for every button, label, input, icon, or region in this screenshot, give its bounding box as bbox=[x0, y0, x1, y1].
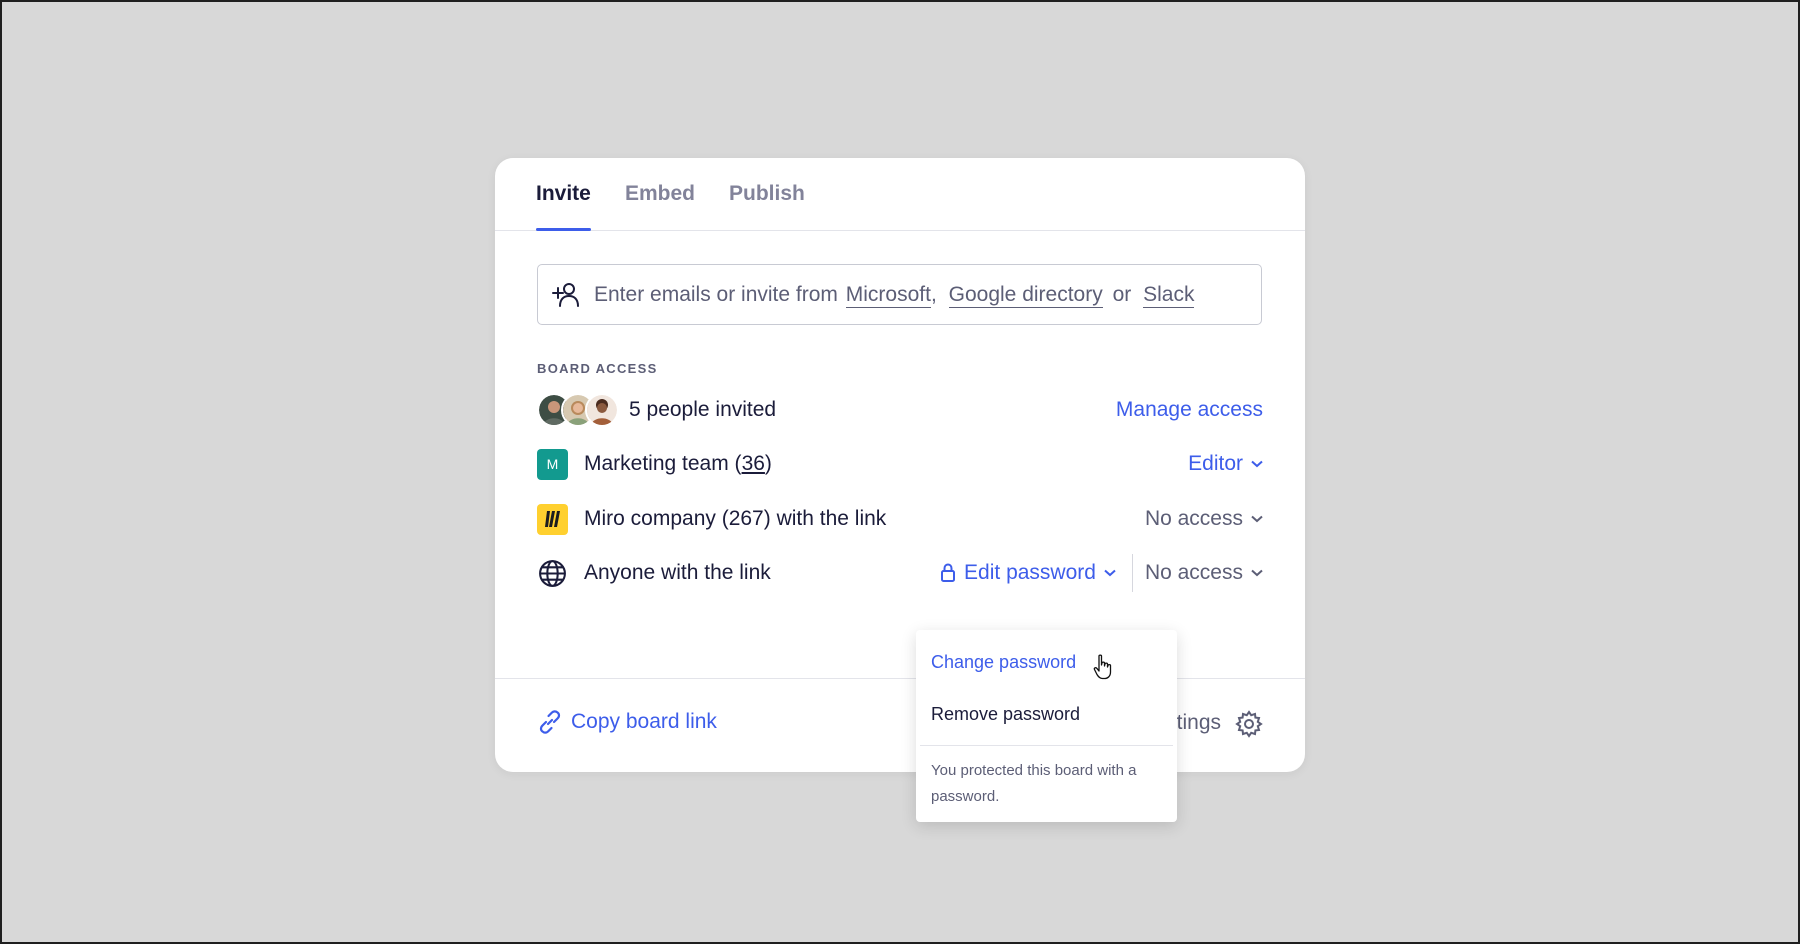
miro-logo-icon bbox=[537, 503, 568, 535]
microsoft-link[interactable]: Microsoft bbox=[845, 282, 931, 308]
team-badge-letter: M bbox=[546, 456, 559, 472]
marketing-team-label: Marketing team (36) bbox=[584, 452, 772, 476]
password-dropdown-menu: Change password Remove password You prot… bbox=[916, 630, 1177, 822]
avatar-group bbox=[537, 393, 621, 427]
board-access-heading: BOARD ACCESS bbox=[537, 361, 658, 376]
anyone-label: Anyone with the link bbox=[584, 561, 771, 584]
access-row-company: Miro company (267) with the link No acce… bbox=[537, 499, 1263, 539]
access-row-people: 5 people invited Manage access bbox=[537, 390, 1263, 430]
link-icon bbox=[539, 710, 561, 734]
editor-dropdown[interactable]: Editor bbox=[1188, 444, 1263, 484]
add-person-icon bbox=[552, 282, 579, 307]
team-badge: M bbox=[537, 448, 568, 480]
anyone-permission: No access bbox=[1144, 561, 1243, 584]
people-invited-label: 5 people invited bbox=[629, 398, 777, 421]
invite-or: or bbox=[1112, 282, 1132, 306]
invite-input[interactable]: Enter emails or invite from Microsoft, G… bbox=[537, 264, 1262, 325]
company-permission: No access bbox=[1144, 507, 1243, 530]
tab-bar: Invite Embed Publish bbox=[495, 158, 1305, 231]
editor-permission: Editor bbox=[1188, 452, 1243, 475]
chevron-down-icon bbox=[1251, 515, 1263, 523]
menu-divider bbox=[920, 745, 1173, 746]
globe-icon bbox=[539, 559, 566, 587]
company-label: Miro company (267) with the link bbox=[584, 507, 887, 530]
lock-icon bbox=[941, 563, 956, 582]
change-password-item[interactable]: Change password bbox=[931, 652, 1076, 673]
invite-comma: , bbox=[930, 282, 937, 306]
remove-password-item[interactable]: Remove password bbox=[931, 704, 1080, 725]
copy-board-link-button[interactable]: Copy board link bbox=[537, 709, 717, 735]
copy-board-link-label: Copy board link bbox=[571, 710, 717, 733]
tab-publish[interactable]: Publish bbox=[729, 182, 805, 230]
chevron-down-icon bbox=[1251, 460, 1263, 468]
gear-icon[interactable] bbox=[1235, 710, 1263, 738]
avatar bbox=[585, 393, 619, 427]
share-dialog: Invite Embed Publish Enter emails or inv… bbox=[495, 158, 1305, 772]
hand-pointer-icon bbox=[1093, 654, 1112, 680]
password-note: You protected this board with a password… bbox=[931, 762, 1137, 805]
divider bbox=[1131, 554, 1133, 592]
invite-placeholder: Enter emails or invite from Microsoft, G… bbox=[594, 282, 1198, 308]
edit-password-button[interactable]: Edit password bbox=[940, 561, 1116, 585]
edit-password-label: Edit password bbox=[964, 561, 1096, 584]
access-row-anyone: Anyone with the link Edit password No ac… bbox=[537, 553, 1263, 593]
access-row-marketing-team: M Marketing team (36) Editor bbox=[537, 444, 1263, 484]
chevron-down-icon bbox=[1104, 569, 1116, 577]
slack-link[interactable]: Slack bbox=[1143, 282, 1195, 308]
chevron-down-icon bbox=[1251, 569, 1263, 577]
dialog-footer: Copy board link tings bbox=[495, 678, 1305, 773]
invite-prefix: Enter emails or invite from bbox=[594, 282, 838, 306]
tab-embed[interactable]: Embed bbox=[625, 182, 695, 230]
anyone-permission-dropdown[interactable]: No access bbox=[1145, 561, 1263, 585]
team-label-end: ) bbox=[764, 452, 772, 475]
settings-label: tings bbox=[1176, 711, 1221, 734]
manage-access-link[interactable]: Manage access bbox=[1116, 398, 1263, 422]
google-directory-link[interactable]: Google directory bbox=[948, 282, 1103, 308]
tab-invite[interactable]: Invite bbox=[536, 182, 591, 231]
team-name: Marketing team ( bbox=[584, 452, 742, 475]
team-member-count[interactable]: 36 bbox=[742, 452, 765, 475]
company-permission-dropdown[interactable]: No access bbox=[1145, 499, 1263, 539]
